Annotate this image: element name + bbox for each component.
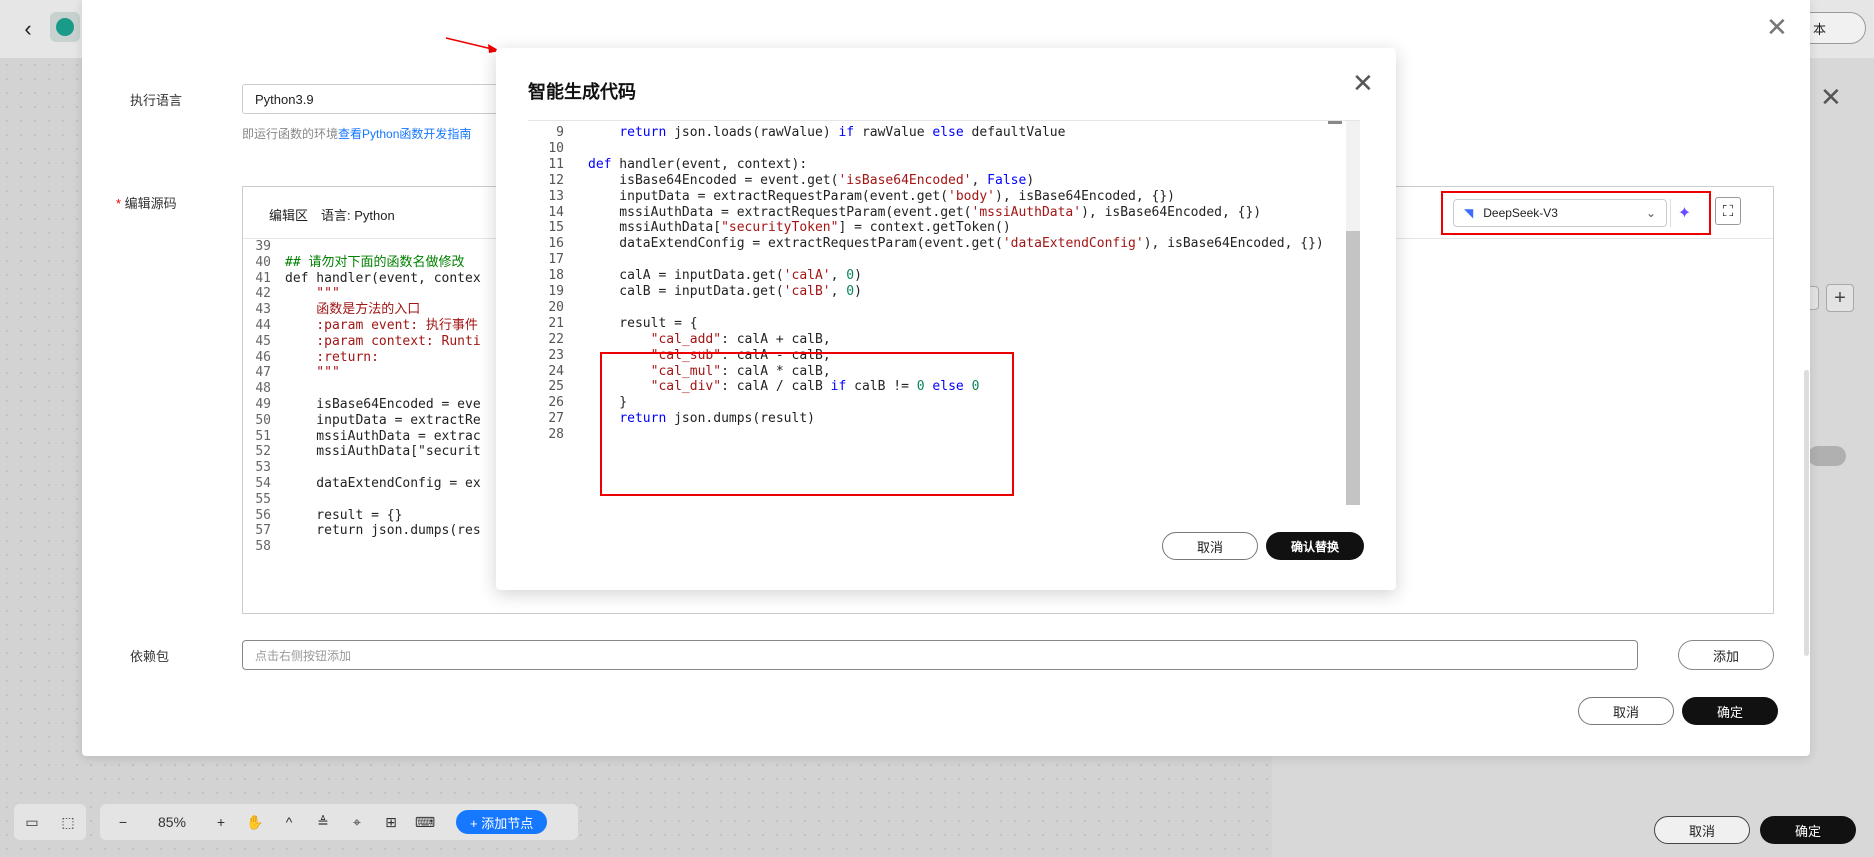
scroll-marker (1328, 121, 1342, 124)
deps-label: 依赖包 (130, 649, 170, 664)
panel-toggle[interactable] (1808, 446, 1846, 466)
panel-add-icon[interactable]: + (1826, 284, 1854, 312)
exec-lang-hint: 即运行函数的环境查看Python函数开发指南 (242, 127, 472, 141)
keyboard-icon[interactable]: ⌨ (412, 814, 438, 831)
zoom-level: 85% (157, 814, 187, 830)
panel-cancel-button[interactable]: 取消 (1654, 816, 1750, 844)
align-icon[interactable]: ≜ (310, 814, 336, 831)
zoom-in-icon[interactable]: + (208, 814, 234, 830)
app-logo (50, 12, 80, 42)
editor-language: 语言: Python (321, 208, 395, 223)
confirm-replace-button[interactable]: 确认替换 (1266, 532, 1364, 560)
model-select[interactable]: ◥ DeepSeek-V3 ⌄ (1453, 199, 1667, 227)
back-icon[interactable]: ‹ (14, 12, 42, 46)
target-icon[interactable]: ⌖ (344, 814, 370, 831)
cancel-button[interactable]: 取消 (1578, 697, 1674, 725)
chevron-up-icon[interactable]: ^ (276, 814, 302, 830)
close-icon[interactable]: ✕ (1766, 12, 1788, 43)
source-label: * 编辑源码 (116, 196, 177, 211)
close-icon[interactable]: ✕ (1352, 68, 1374, 99)
minimap-icon[interactable]: ▭ (25, 814, 38, 831)
ok-button[interactable]: 确定 (1682, 697, 1778, 725)
canvas-toolbar: − 85% + ✋ ^ ≜ ⌖ ⊞ ⌨ + 添加节点 (100, 804, 578, 840)
editor-tab[interactable]: 编辑区 (269, 205, 308, 224)
code-scrollbar-thumb[interactable] (1346, 231, 1360, 505)
python-guide-link[interactable]: 查看Python函数开发指南 (338, 127, 471, 141)
result-highlight-box (600, 352, 1014, 496)
fullscreen-icon[interactable]: ⛶ (1715, 197, 1741, 225)
exec-lang-label: 执行语言 (130, 93, 183, 108)
zoom-out-icon[interactable]: − (110, 814, 136, 830)
dialog-scrollbar[interactable] (1804, 370, 1809, 656)
deepseek-icon: ◥ (1464, 206, 1474, 220)
deps-add-button[interactable]: 添加 (1678, 640, 1774, 670)
add-node-button[interactable]: + 添加节点 (456, 810, 548, 834)
grid-icon[interactable]: ⊞ (378, 814, 404, 831)
arrow-annotation (445, 37, 500, 53)
code-line: 16 dataExtendConfig = extractRequestPara… (548, 236, 1324, 252)
deps-input[interactable]: 点击右侧按钮添加 (242, 640, 1638, 670)
panel-ok-button[interactable]: 确定 (1760, 816, 1856, 844)
ai-code-dialog: 智能生成代码 ✕ 9 return json.loads(rawValue) i… (496, 48, 1396, 590)
ai-cancel-button[interactable]: 取消 (1162, 532, 1258, 560)
canvas-mini-toolbar: ▭ ⬚ (14, 804, 86, 840)
code-line: 28 (548, 427, 564, 443)
exec-lang-select[interactable]: Python3.9 (242, 84, 502, 114)
code-line: 9 return json.loads(rawValue) if rawValu… (556, 125, 1066, 140)
panel-close-icon[interactable]: ✕ (1820, 82, 1842, 113)
hand-icon[interactable]: ✋ (242, 814, 268, 831)
chevron-down-icon: ⌄ (1645, 206, 1656, 220)
dialog-title: 智能生成代码 (528, 82, 636, 102)
ai-generate-icon[interactable]: ✦ (1670, 199, 1698, 227)
select-icon[interactable]: ⬚ (61, 814, 74, 831)
